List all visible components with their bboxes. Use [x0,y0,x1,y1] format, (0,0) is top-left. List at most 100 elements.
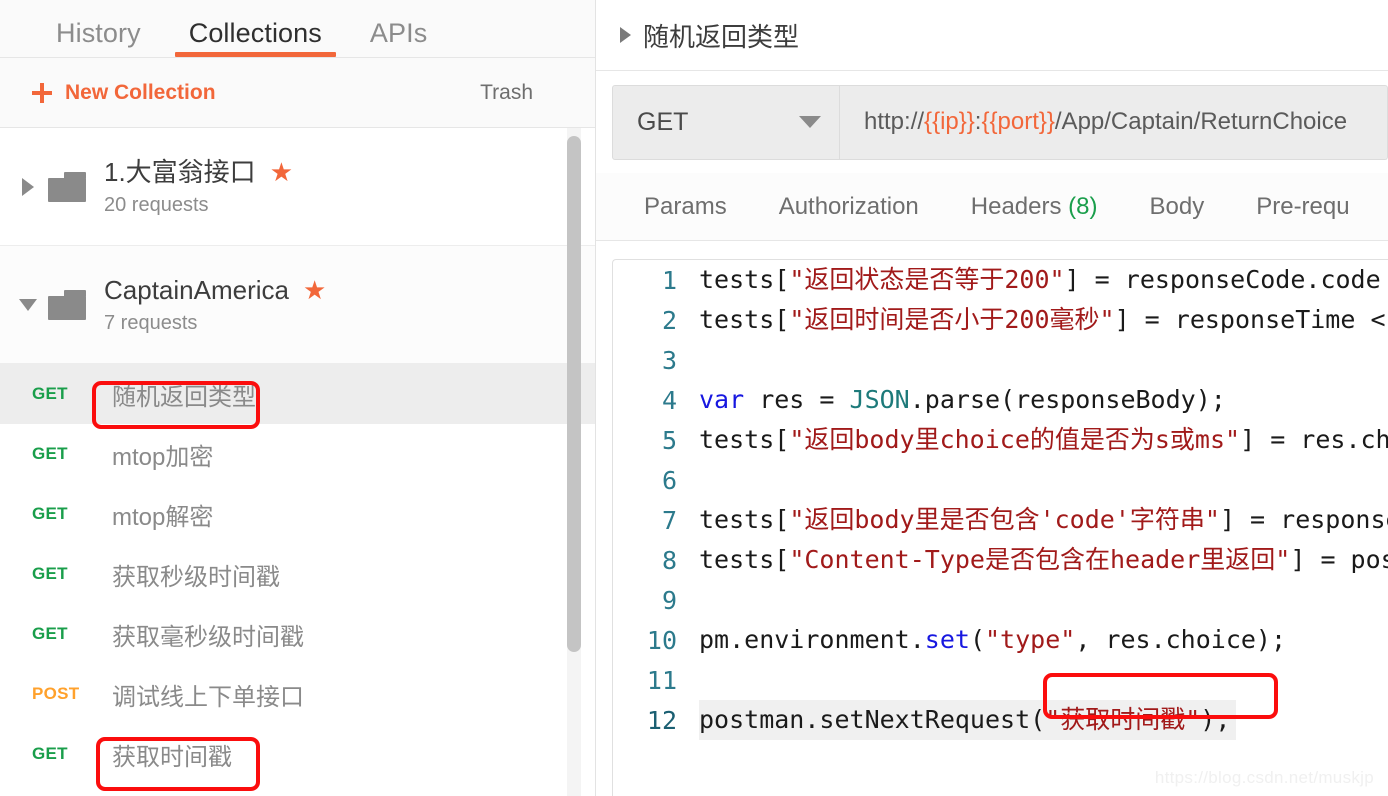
code-line[interactable]: 3 [613,340,1388,380]
star-icon[interactable]: ★ [303,277,326,303]
code-line-text: tests["返回时间是否小于200毫秒"] = responseTime < [699,300,1388,340]
code-token: tests[ [699,505,790,534]
folder-icon [48,171,92,202]
code-line[interactable]: 5 tests["返回body里choice的值是否为s或ms"] = res.c… [613,420,1388,460]
code-line-text: pm.environment.set("type", res.choice); [699,620,1292,660]
collection-text: 1.大富翁接口 ★ 20 requests [100,159,293,215]
code-token: ] = pos [1290,545,1388,574]
code-token: "获取时间戳" [1045,705,1201,734]
collection-name: 1.大富翁接口 [104,156,256,187]
request-method-label: GET [32,384,68,403]
code-line[interactable]: 6 [613,460,1388,500]
code-token: ( [969,625,985,654]
tests-code-editor[interactable]: 1 tests["返回状态是否等于200"] = responseCode.cod… [612,259,1388,796]
request-name-label: mtop加密 [112,443,214,471]
sidebar-tab-collections[interactable]: Collections [165,20,346,57]
request-method-label: GET [32,444,68,463]
request-tab-params[interactable]: Params [618,193,753,221]
request-panel: 随机返回类型 GET http://{{ip}}:{{port}}/App/Ca… [596,0,1388,796]
sidebar-tab-history[interactable]: History [32,20,165,57]
url-var-port: {{port}} [981,108,1055,135]
url-prefix: http:// [864,108,925,135]
watermark: https://blog.csdn.net/muskjp [1154,768,1374,787]
code-line[interactable]: 1 tests["返回状态是否等于200"] = responseCode.cod… [613,260,1388,300]
request-tab-authorization[interactable]: Authorization [753,193,945,221]
code-line[interactable]: 12 postman.setNextRequest("获取时间戳"); [613,700,1388,740]
code-line-number: 2 [661,305,677,335]
request-tab-body[interactable]: Body [1124,193,1231,221]
sidebar-scrollbar-thumb[interactable] [567,136,581,652]
collection-request-count: 7 requests [104,311,198,334]
request-tab-count: (8) [1068,192,1098,220]
code-token: "返回时间是否小于200毫秒" [789,305,1115,334]
chevron-down-icon[interactable] [14,298,42,311]
request-tab-label: Headers [970,192,1062,220]
request-row[interactable]: GET 获取时间戳 [0,724,595,784]
code-token: "type" [985,625,1076,654]
request-row[interactable]: GET mtop加密 [0,424,595,484]
request-method-label: POST [32,684,80,703]
code-token: postman.setNextRequest( [699,705,1046,734]
sidebar-tab-label: History [56,18,141,48]
plus-icon [32,82,52,103]
request-tab-bar: Params Authorization Headers (8) Body Pre-re… [596,173,1388,241]
request-name-label: 获取毫秒级时间戳 [112,623,304,651]
collection-list: 1.大富翁接口 ★ 20 requests CaptainAmerica ★ 7 requ… [0,128,595,796]
code-line[interactable]: 10 pm.environment.set("type", res.choice)… [613,620,1388,660]
request-tab-label: Body [1149,192,1205,220]
request-tab-label: Params [644,192,727,220]
request-name-label: mtop解密 [112,503,214,531]
request-method-label: GET [32,564,68,583]
request-row[interactable]: GET 获取秒级时间戳 [0,544,595,604]
request-name-label: 获取秒级时间戳 [112,563,280,591]
url-bar: GET http://{{ip}}:{{port}}/App/Captain/R… [596,71,1388,173]
code-line[interactable]: 9 [613,580,1388,620]
code-line-number: 4 [661,385,677,415]
url-var-ip: {{ip}} [924,108,975,135]
request-method-label: GET [32,744,68,763]
request-row[interactable]: POST 调试线上下单接口 [0,664,595,724]
code-line-number: 11 [646,665,677,695]
code-line[interactable]: 8 tests["Content-Type是否包含在header里返回"] = p… [613,540,1388,580]
code-token: ); [1200,705,1231,734]
url-suffix: /App/Captain/ReturnChoice [1054,108,1348,135]
collection-name: CaptainAmerica [104,274,289,305]
chevron-right-icon[interactable] [14,177,42,196]
code-token: tests[ [699,545,790,574]
code-line[interactable]: 7 tests["返回body里是否包含'code'字符串"] = respons… [613,500,1388,540]
breadcrumb: 随机返回类型 [596,0,1388,71]
chevron-right-icon[interactable] [620,27,631,43]
request-name-label: 调试线上下单接口 [112,683,304,711]
sidebar-tab-apis[interactable]: APIs [346,20,451,57]
collection-row[interactable]: CaptainAmerica ★ 7 requests [0,246,595,364]
url-input[interactable]: http://{{ip}}:{{port}}/App/Captain/Retur… [840,84,1388,160]
code-line-number: 10 [646,625,677,655]
code-line[interactable]: 4 var res = JSON.parse(responseBody); [613,380,1388,420]
request-row[interactable]: GET mtop解密 [0,484,595,544]
code-token: "返回body里是否包含'code'字符串" [789,505,1220,534]
url-text: http://{{ip}}:{{port}}/App/Captain/Retur… [864,108,1347,136]
folder-icon [48,289,92,320]
request-method-label: GET [32,504,68,523]
collection-title-line: CaptainAmerica ★ [104,277,326,303]
new-collection-button[interactable]: New Collection [32,81,216,105]
star-icon[interactable]: ★ [270,159,293,185]
page-title: 随机返回类型 [643,21,800,52]
new-collection-label: New Collection [65,80,216,104]
trash-link[interactable]: Trash [480,81,565,105]
code-line-text: var res = JSON.parse(responseBody); [699,380,1232,420]
code-line-number: 6 [661,465,677,495]
code-token: res = [744,385,850,414]
request-tab-pre-requ[interactable]: Pre-requ [1230,193,1375,221]
sidebar: History Collections APIs New Collection Tr… [0,0,596,796]
method-select[interactable]: GET [612,84,840,160]
collection-row[interactable]: 1.大富翁接口 ★ 20 requests [0,128,595,246]
request-method-label: GET [32,624,68,643]
sidebar-tab-label: Collections [188,18,322,48]
code-line[interactable]: 11 [613,660,1388,700]
code-token: ] = responseTime < [1114,305,1386,334]
request-tab-headers[interactable]: Headers (8) [945,193,1124,221]
request-row[interactable]: GET 获取毫秒级时间戳 [0,604,595,664]
request-row[interactable]: GET 随机返回类型 [0,364,595,424]
code-line[interactable]: 2 tests["返回时间是否小于200毫秒"] = responseTime < [613,300,1388,340]
